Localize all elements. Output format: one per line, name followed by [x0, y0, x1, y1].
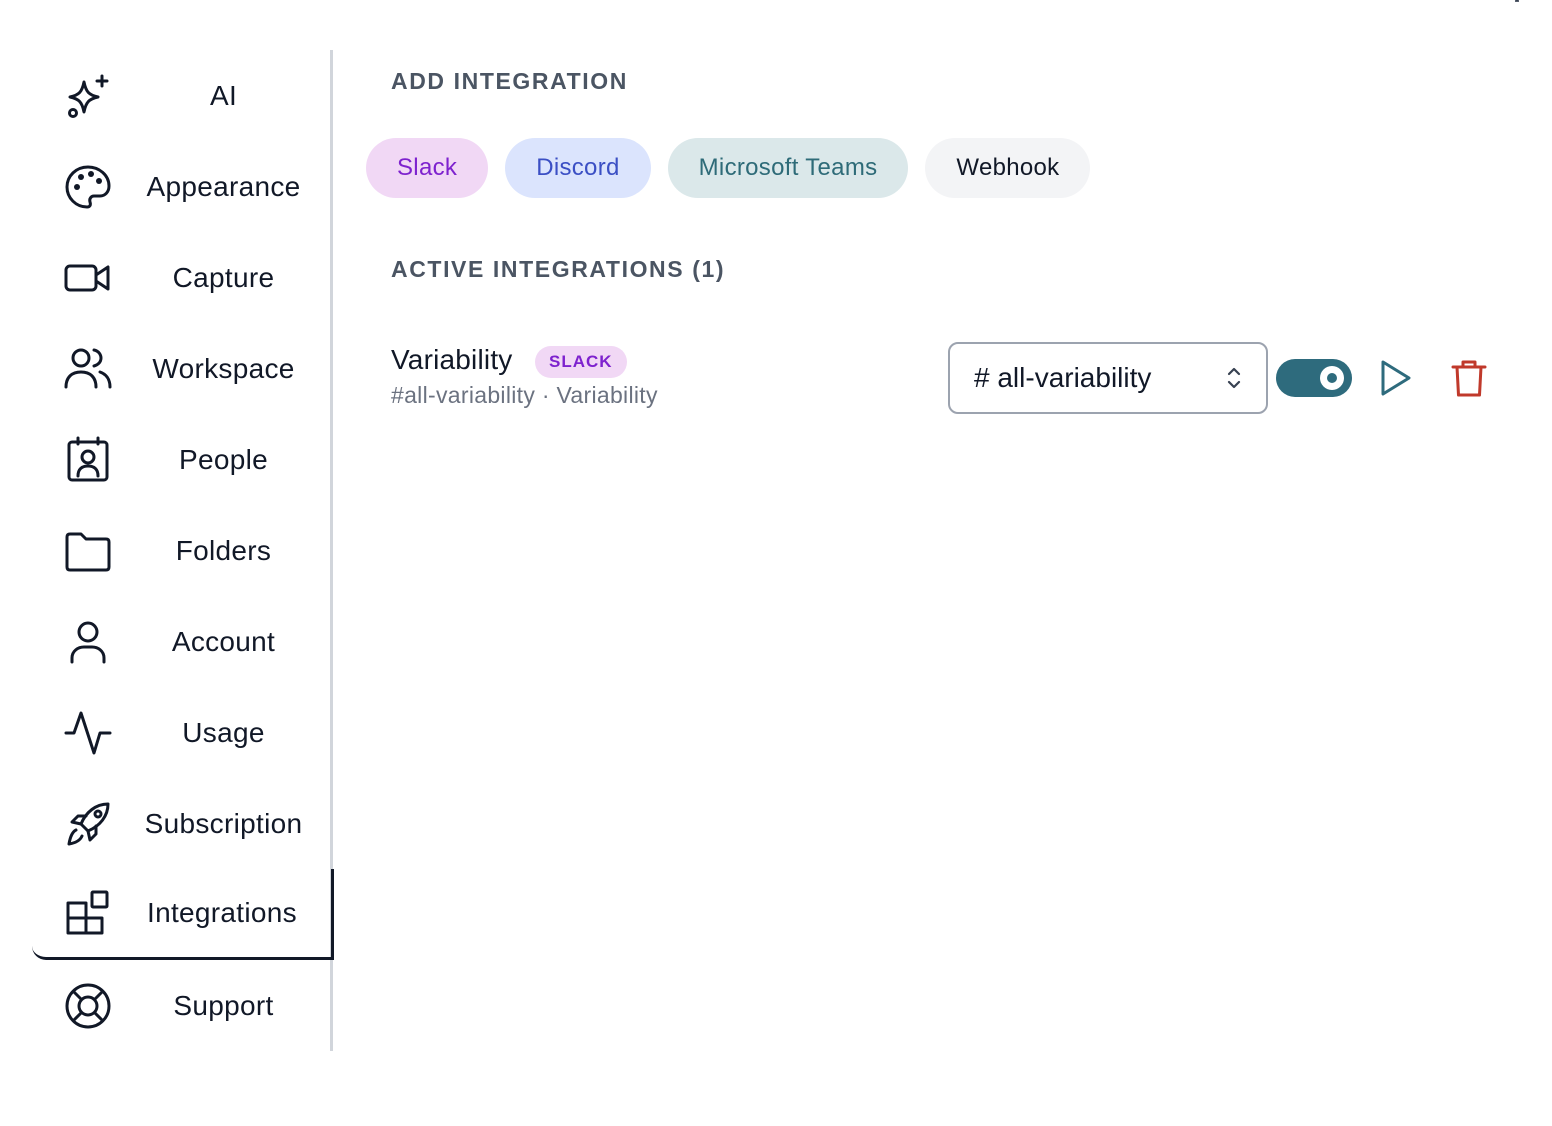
channel-select[interactable]: # all-variability [948, 342, 1268, 414]
activity-icon [64, 709, 112, 757]
delete-integration-trash-icon[interactable] [1449, 358, 1489, 398]
sidebar-item-label: Capture [172, 261, 275, 293]
integration-type-badge: SLACK [535, 346, 627, 378]
sidebar-item-workspace[interactable]: Workspace [32, 323, 331, 414]
sidebar-item-folders[interactable]: Folders [32, 505, 331, 596]
integration-name: Variability [391, 344, 513, 375]
sidebar-item-label: Folders [175, 534, 272, 566]
toggle-knob-dot [1327, 373, 1337, 383]
integration-enabled-toggle[interactable] [1276, 359, 1352, 397]
sidebar-item-label: AI [209, 79, 238, 111]
contact-card-icon [64, 436, 112, 484]
sparkles-icon [64, 72, 112, 120]
sidebar-item-label: People [179, 443, 268, 475]
life-buoy-icon [64, 982, 112, 1030]
sidebar-item-ai[interactable]: AI [32, 50, 331, 141]
users-icon [64, 345, 112, 393]
sidebar-item-label: Appearance [146, 170, 301, 202]
sidebar-item-label: Subscription [144, 807, 303, 839]
integrations-panel: ADD INTEGRATION Slack Discord Microsoft … [366, 0, 1526, 1126]
settings-sidebar: AI Appearance Capture Workspace People F… [32, 50, 334, 1051]
chevron-up-down-icon [1227, 367, 1241, 389]
rocket-icon [64, 800, 112, 848]
add-slack-button[interactable]: Slack [366, 138, 489, 198]
video-camera-icon [64, 254, 112, 302]
folder-icon [64, 527, 112, 575]
sidebar-item-people[interactable]: People [32, 414, 331, 505]
add-integration-heading: ADD INTEGRATION [391, 68, 628, 94]
sidebar-item-label: Workspace [152, 352, 295, 384]
sidebar-item-label: Account [171, 625, 276, 657]
integration-row: Variability SLACK #all-variability · Var… [391, 340, 1501, 420]
grid-plus-icon [64, 889, 112, 937]
sidebar-item-label: Usage [182, 716, 265, 748]
sidebar-item-integrations[interactable]: Integrations [32, 869, 334, 960]
add-webhook-button[interactable]: Webhook [925, 138, 1091, 198]
channel-select-value: # all-variability [974, 362, 1152, 393]
sidebar-item-label: Support [173, 989, 274, 1021]
toggle-knob [1320, 366, 1344, 390]
sidebar-item-capture[interactable]: Capture [32, 232, 331, 323]
sidebar-item-account[interactable]: Account [32, 596, 331, 687]
add-microsoft-teams-button[interactable]: Microsoft Teams [667, 138, 909, 198]
sidebar-item-appearance[interactable]: Appearance [32, 141, 331, 232]
sidebar-item-label: Integrations [147, 897, 297, 928]
user-icon [64, 618, 112, 666]
active-integrations-heading: ACTIVE INTEGRATIONS (1) [391, 256, 726, 282]
test-integration-play-icon[interactable] [1375, 358, 1415, 398]
sidebar-item-usage[interactable]: Usage [32, 687, 331, 778]
sidebar-item-subscription[interactable]: Subscription [32, 778, 331, 869]
integration-subtitle: #all-variability · Variability [391, 382, 658, 408]
palette-icon [64, 163, 112, 211]
sidebar-item-support[interactable]: Support [32, 960, 331, 1051]
add-integration-options: Slack Discord Microsoft Teams Webhook [366, 138, 1091, 198]
add-discord-button[interactable]: Discord [505, 138, 651, 198]
